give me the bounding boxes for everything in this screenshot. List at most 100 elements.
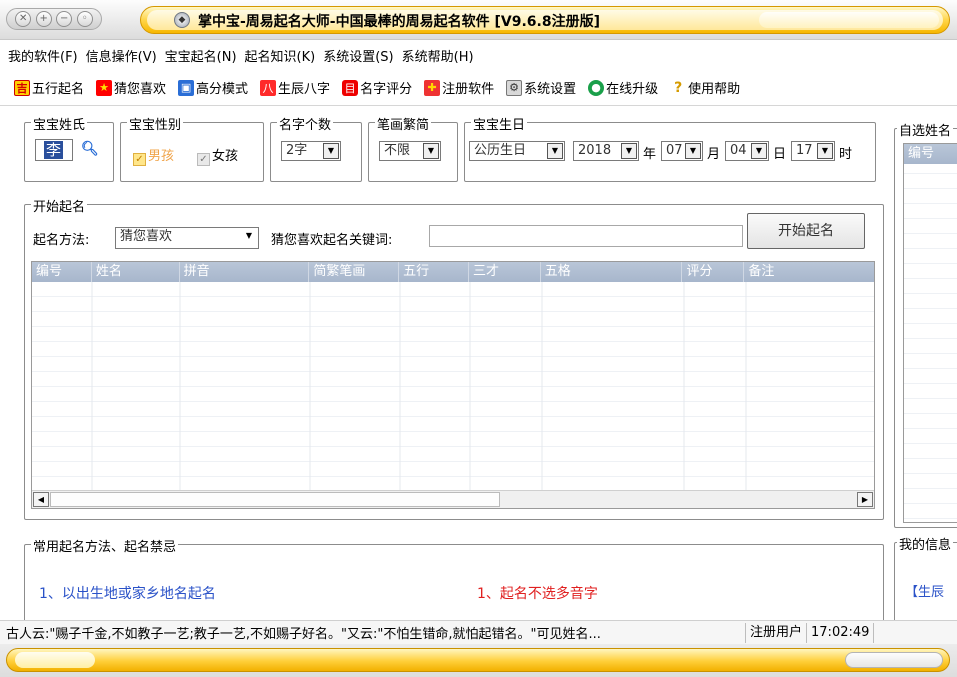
strokes-select[interactable]: 不限 ▼ bbox=[379, 141, 441, 161]
toolbar-bazi-button[interactable]: 八 生辰八字 bbox=[260, 78, 330, 97]
col-name[interactable]: 姓名 bbox=[92, 262, 180, 282]
monitor-icon: ▣ bbox=[178, 79, 195, 96]
menu-system-settings[interactable]: 系统设置(S) bbox=[323, 46, 393, 65]
col-wuge[interactable]: 五格 bbox=[541, 262, 683, 282]
menu-system-help[interactable]: 系统帮助(H) bbox=[402, 46, 474, 65]
tip-right: 1、起名不选多音字 bbox=[477, 586, 598, 602]
day-unit: 日 bbox=[773, 147, 787, 162]
minimize-icon[interactable]: − bbox=[56, 11, 73, 27]
col-notes[interactable]: 备注 bbox=[744, 262, 874, 282]
toolbar-label: 高分模式 bbox=[196, 82, 249, 97]
chevron-down-icon[interactable]: ▼ bbox=[241, 229, 257, 245]
status-quote: 古人云:"赐子千金,不如教子一艺;教子一艺,不如赐子好名。"又云:"不怕生错命,… bbox=[6, 627, 601, 642]
scroll-left-icon[interactable]: ◀ bbox=[33, 492, 49, 507]
menu-info-ops[interactable]: 信息操作(V) bbox=[86, 46, 157, 65]
scroll-thumb[interactable] bbox=[50, 492, 500, 507]
col-strokes[interactable]: 简繁笔画 bbox=[309, 262, 400, 282]
globe-icon: ● bbox=[588, 79, 605, 96]
chevron-down-icon[interactable]: ▼ bbox=[423, 143, 439, 159]
col-pinyin[interactable]: 拼音 bbox=[180, 262, 310, 282]
menu-bar: 我的软件(F) 信息操作(V) 宝宝起名(N) 起名知识(K) 系统设置(S) … bbox=[0, 42, 957, 68]
restore-icon[interactable]: ◦ bbox=[76, 11, 93, 27]
resize-grip[interactable] bbox=[845, 652, 943, 668]
toolbar-score-button[interactable]: 目 名字评分 bbox=[342, 78, 412, 97]
method-select[interactable]: 猜您喜欢 ▼ bbox=[115, 227, 259, 249]
toolbar-upgrade-button[interactable]: ● 在线升级 bbox=[588, 78, 658, 97]
favorites-table[interactable]: 编号 bbox=[903, 143, 957, 523]
menu-naming-knowledge[interactable]: 起名知识(K) bbox=[245, 46, 316, 65]
calendar-type-select[interactable]: 公历生日 ▼ bbox=[469, 141, 565, 161]
toolbar-settings-button[interactable]: ⚙ 系统设置 bbox=[506, 78, 576, 97]
year-value: 2018 bbox=[578, 143, 612, 158]
status-time: 17:02:49 bbox=[806, 622, 873, 643]
toolbar-guess-button[interactable]: ★ 猜您喜欢 bbox=[96, 78, 166, 97]
male-checkbox[interactable]: ✓ 男孩 bbox=[133, 145, 174, 166]
chevron-down-icon[interactable]: ▼ bbox=[685, 143, 701, 159]
gift-icon: ✚ bbox=[424, 79, 441, 96]
col-id[interactable]: 编号 bbox=[32, 262, 92, 282]
toolbar-highscore-button[interactable]: ▣ 高分模式 bbox=[178, 78, 248, 97]
start-panel: 开始起名 起名方法: 猜您喜欢 ▼ 猜您喜欢起名关键词: 开始起名 编号 姓名 … bbox=[8, 196, 884, 528]
ji-icon: 吉 bbox=[14, 79, 30, 96]
chevron-down-icon[interactable]: ▼ bbox=[323, 143, 339, 159]
start-naming-button[interactable]: 开始起名 bbox=[747, 213, 865, 249]
col-sancai[interactable]: 三才 bbox=[469, 262, 541, 282]
close-icon[interactable]: ✕ bbox=[15, 11, 32, 27]
scroll-right-icon[interactable]: ▶ bbox=[857, 492, 873, 507]
month-value: 07 bbox=[666, 143, 683, 158]
title-bar: ✕ + − ◦ ◆ 掌中宝-周易起名大师-中国最棒的周易起名软件 [V9.6.8… bbox=[0, 0, 957, 40]
name-length-group: 名字个数 2字 ▼ bbox=[270, 114, 362, 182]
chevron-down-icon[interactable]: ▼ bbox=[547, 143, 563, 159]
table-body[interactable] bbox=[32, 282, 874, 492]
surname-legend: 宝宝姓氏 bbox=[31, 114, 88, 133]
toolbar-label: 在线升级 bbox=[606, 82, 659, 97]
maximize-icon[interactable]: + bbox=[35, 11, 52, 27]
bazi-icon: 八 bbox=[260, 79, 277, 96]
day-select[interactable]: 04 ▼ bbox=[725, 141, 769, 161]
favorites-col-id[interactable]: 编号 bbox=[908, 146, 934, 161]
favorites-group: 自选姓名 编号 bbox=[894, 120, 957, 528]
surname-value: 李 bbox=[44, 141, 64, 159]
toolbar-help-button[interactable]: ? 使用帮助 bbox=[670, 78, 741, 98]
right-panel: 自选姓名 编号 我的信息 【生辰 bbox=[890, 108, 957, 620]
year-select[interactable]: 2018 ▼ bbox=[573, 141, 639, 161]
menu-baby-naming[interactable]: 宝宝起名(N) bbox=[165, 46, 237, 65]
hour-select[interactable]: 17 ▼ bbox=[791, 141, 835, 161]
status-bar: 古人云:"赐子千金,不如教子一艺;教子一艺,不如赐子好名。"又云:"不怕生错命,… bbox=[0, 620, 957, 644]
favorites-header: 编号 bbox=[904, 144, 957, 164]
hour-value: 17 bbox=[796, 143, 813, 158]
bottom-bar bbox=[0, 644, 957, 677]
bottom-pill bbox=[6, 648, 950, 672]
chevron-down-icon[interactable]: ▼ bbox=[751, 143, 767, 159]
name-length-select[interactable]: 2字 ▼ bbox=[281, 141, 341, 161]
star-icon: ★ bbox=[96, 79, 113, 96]
tips-group: 常用起名方法、起名禁忌 1、以出生地或家乡地名起名 1、起名不选多音字 bbox=[24, 536, 884, 624]
col-score[interactable]: 评分 bbox=[682, 262, 745, 282]
start-legend: 开始起名 bbox=[31, 196, 88, 215]
toolbar-label: 使用帮助 bbox=[688, 82, 741, 97]
settings-icon: ⚙ bbox=[506, 79, 523, 96]
toolbar-wuxing-button[interactable]: 吉 五行起名 bbox=[14, 78, 84, 97]
status-empty bbox=[873, 622, 913, 643]
window-title: 掌中宝-周易起名大师-中国最棒的周易起名软件 [V9.6.8注册版] bbox=[198, 14, 600, 30]
menu-my-software[interactable]: 我的软件(F) bbox=[8, 46, 78, 65]
results-table[interactable]: 编号 姓名 拼音 简繁笔画 五行 三才 五格 评分 备注 ◀ ▶ bbox=[31, 261, 875, 509]
search-icon[interactable]: 🔍︎ bbox=[81, 141, 99, 157]
horizontal-scrollbar[interactable]: ◀ ▶ bbox=[32, 490, 874, 508]
female-checkbox[interactable]: ✓ 女孩 bbox=[197, 145, 238, 166]
month-select[interactable]: 07 ▼ bbox=[661, 141, 703, 161]
keyword-input[interactable] bbox=[429, 225, 743, 247]
surname-input[interactable]: 李 bbox=[35, 139, 73, 161]
favorites-legend: 自选姓名 bbox=[897, 120, 954, 139]
col-wuxing[interactable]: 五行 bbox=[399, 262, 469, 282]
settings-panel: 宝宝姓氏 李 🔍︎ 宝宝性别 ✓ 男孩 ✓ 女孩 名字个数 2字 ▼ 笔画繁简 不限… bbox=[8, 108, 884, 194]
book-icon: 目 bbox=[342, 79, 359, 96]
chevron-down-icon[interactable]: ▼ bbox=[621, 143, 637, 159]
strokes-group: 笔画繁简 不限 ▼ bbox=[368, 114, 458, 182]
chevron-down-icon[interactable]: ▼ bbox=[817, 143, 833, 159]
male-label: 男孩 bbox=[148, 149, 175, 164]
checkmark-icon: ✓ bbox=[133, 153, 146, 166]
toolbar-register-button[interactable]: ✚ 注册软件 bbox=[424, 78, 494, 97]
table-header: 编号 姓名 拼音 简繁笔画 五行 三才 五格 评分 备注 bbox=[32, 262, 874, 282]
calendar-type-value: 公历生日 bbox=[474, 143, 527, 158]
